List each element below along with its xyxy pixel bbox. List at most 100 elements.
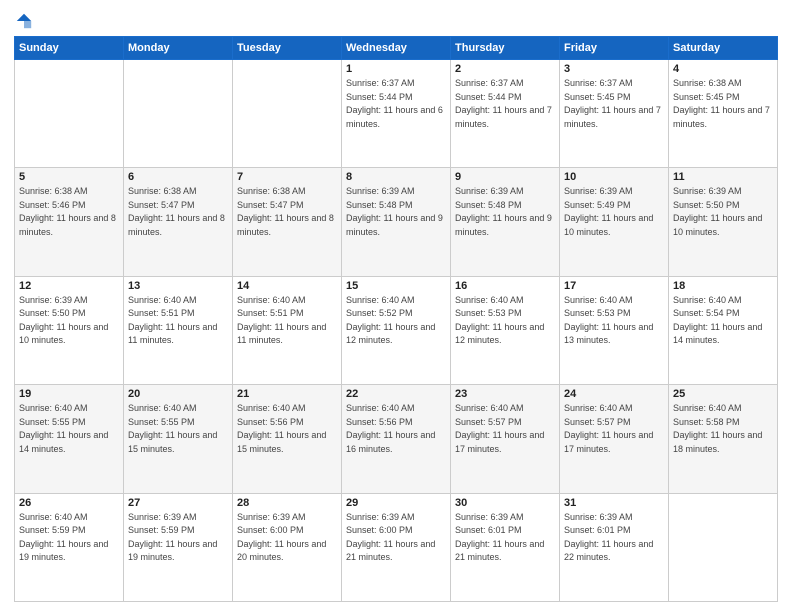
- calendar-cell: 27Sunrise: 6:39 AM Sunset: 5:59 PM Dayli…: [124, 493, 233, 601]
- day-info: Sunrise: 6:38 AM Sunset: 5:47 PM Dayligh…: [128, 185, 228, 239]
- calendar-cell: 26 Sunrise: 6:40 AM Sunset: 5:59 PM Dayli…: [15, 493, 124, 601]
- calendar-cell: 23Sunrise: 6:40 AM Sunset: 5:57 PM Dayli…: [451, 385, 560, 493]
- calendar-cell: 17Sunrise: 6:40 AM Sunset: 5:53 PM Dayli…: [560, 276, 669, 384]
- calendar-week-2: 5 Sunrise: 6:38 AM Sunset: 5:46 PM Daylig…: [15, 168, 778, 276]
- day-info: Sunrise: 6:37 AM Sunset: 5:45 PM Dayligh…: [564, 77, 664, 131]
- day-info: Sunrise: 6:38 AM Sunset: 5:46 PM Dayligh…: [19, 185, 119, 239]
- day-info: Sunrise: 6:38 AM Sunset: 5:47 PM Dayligh…: [237, 185, 337, 239]
- day-info: Sunrise: 6:39 AM Sunset: 6:00 PM Dayligh…: [346, 511, 446, 565]
- weekday-header-tuesday: Tuesday: [233, 37, 342, 60]
- calendar-cell: 25 Sunrise: 6:40 AM Sunset: 5:58 PM Dayli…: [669, 385, 778, 493]
- calendar-cell: 2 Sunrise: 6:37 AM Sunset: 5:44 PM Daylig…: [451, 60, 560, 168]
- day-info: Sunrise: 6:39 AM Sunset: 5:48 PM Dayligh…: [455, 185, 555, 239]
- day-info: Sunrise: 6:40 AM Sunset: 5:57 PM Dayligh…: [455, 402, 555, 456]
- day-number: 20: [128, 388, 228, 400]
- calendar-cell: 8Sunrise: 6:39 AM Sunset: 5:48 PM Daylig…: [342, 168, 451, 276]
- day-info: Sunrise: 6:40 AM Sunset: 5:57 PM Dayligh…: [564, 402, 664, 456]
- calendar-cell: 13 Sunrise: 6:40 AM Sunset: 5:51 PM Dayli…: [124, 276, 233, 384]
- calendar-cell: 9 Sunrise: 6:39 AM Sunset: 5:48 PM Daylig…: [451, 168, 560, 276]
- day-info: Sunrise: 6:40 AM Sunset: 5:55 PM Dayligh…: [19, 402, 119, 456]
- day-number: 3: [564, 63, 664, 75]
- calendar-cell: 21 Sunrise: 6:40 AM Sunset: 5:56 PM Dayli…: [233, 385, 342, 493]
- day-number: 6: [128, 171, 228, 183]
- day-info: Sunrise: 6:39 AM Sunset: 6:01 PM Dayligh…: [455, 511, 555, 565]
- weekday-header-thursday: Thursday: [451, 37, 560, 60]
- day-number: 12: [19, 280, 119, 292]
- day-number: 21: [237, 388, 337, 400]
- logo-icon: [15, 12, 33, 30]
- calendar-cell: 20 Sunrise: 6:40 AM Sunset: 5:55 PM Dayli…: [124, 385, 233, 493]
- day-number: 28: [237, 497, 337, 509]
- calendar-cell: 10 Sunrise: 6:39 AM Sunset: 5:49 PM Dayli…: [560, 168, 669, 276]
- calendar-cell: 16 Sunrise: 6:40 AM Sunset: 5:53 PM Dayli…: [451, 276, 560, 384]
- calendar-cell: [233, 60, 342, 168]
- day-number: 18: [673, 280, 773, 292]
- day-number: 19: [19, 388, 119, 400]
- day-number: 25: [673, 388, 773, 400]
- calendar-week-4: 19 Sunrise: 6:40 AM Sunset: 5:55 PM Dayli…: [15, 385, 778, 493]
- day-info: Sunrise: 6:40 AM Sunset: 5:59 PM Dayligh…: [19, 511, 119, 565]
- calendar-cell: 22Sunrise: 6:40 AM Sunset: 5:56 PM Dayli…: [342, 385, 451, 493]
- calendar-cell: 11 Sunrise: 6:39 AM Sunset: 5:50 PM Dayli…: [669, 168, 778, 276]
- day-info: Sunrise: 6:37 AM Sunset: 5:44 PM Dayligh…: [455, 77, 555, 131]
- day-info: Sunrise: 6:40 AM Sunset: 5:54 PM Dayligh…: [673, 294, 773, 348]
- day-info: Sunrise: 6:40 AM Sunset: 5:51 PM Dayligh…: [237, 294, 337, 348]
- calendar-week-5: 26 Sunrise: 6:40 AM Sunset: 5:59 PM Dayli…: [15, 493, 778, 601]
- day-number: 10: [564, 171, 664, 183]
- weekday-header-wednesday: Wednesday: [342, 37, 451, 60]
- calendar-cell: 1 Sunrise: 6:37 AM Sunset: 5:44 PM Daylig…: [342, 60, 451, 168]
- day-number: 15: [346, 280, 446, 292]
- day-info: Sunrise: 6:39 AM Sunset: 5:50 PM Dayligh…: [19, 294, 119, 348]
- calendar-table: SundayMondayTuesdayWednesdayThursdayFrid…: [14, 36, 778, 602]
- day-number: 2: [455, 63, 555, 75]
- day-number: 13: [128, 280, 228, 292]
- day-number: 11: [673, 171, 773, 183]
- page: SundayMondayTuesdayWednesdayThursdayFrid…: [0, 0, 792, 612]
- calendar-cell: [124, 60, 233, 168]
- day-number: 24: [564, 388, 664, 400]
- day-info: Sunrise: 6:39 AM Sunset: 5:48 PM Dayligh…: [346, 185, 446, 239]
- day-info: Sunrise: 6:39 AM Sunset: 5:50 PM Dayligh…: [673, 185, 773, 239]
- day-info: Sunrise: 6:39 AM Sunset: 5:49 PM Dayligh…: [564, 185, 664, 239]
- day-info: Sunrise: 6:40 AM Sunset: 5:58 PM Dayligh…: [673, 402, 773, 456]
- weekday-header-row: SundayMondayTuesdayWednesdayThursdayFrid…: [15, 37, 778, 60]
- logo: [14, 12, 35, 30]
- calendar-cell: 29Sunrise: 6:39 AM Sunset: 6:00 PM Dayli…: [342, 493, 451, 601]
- calendar-cell: 28 Sunrise: 6:39 AM Sunset: 6:00 PM Dayli…: [233, 493, 342, 601]
- calendar-cell: 31Sunrise: 6:39 AM Sunset: 6:01 PM Dayli…: [560, 493, 669, 601]
- calendar-cell: 15 Sunrise: 6:40 AM Sunset: 5:52 PM Dayli…: [342, 276, 451, 384]
- day-info: Sunrise: 6:40 AM Sunset: 5:52 PM Dayligh…: [346, 294, 446, 348]
- calendar-cell: 19 Sunrise: 6:40 AM Sunset: 5:55 PM Dayli…: [15, 385, 124, 493]
- day-info: Sunrise: 6:40 AM Sunset: 5:53 PM Dayligh…: [455, 294, 555, 348]
- day-number: 4: [673, 63, 773, 75]
- calendar-week-3: 12 Sunrise: 6:39 AM Sunset: 5:50 PM Dayli…: [15, 276, 778, 384]
- header: [14, 12, 778, 30]
- calendar-cell: [669, 493, 778, 601]
- day-info: Sunrise: 6:39 AM Sunset: 5:59 PM Dayligh…: [128, 511, 228, 565]
- day-number: 1: [346, 63, 446, 75]
- calendar-cell: 14Sunrise: 6:40 AM Sunset: 5:51 PM Dayli…: [233, 276, 342, 384]
- weekday-header-monday: Monday: [124, 37, 233, 60]
- day-info: Sunrise: 6:37 AM Sunset: 5:44 PM Dayligh…: [346, 77, 446, 131]
- day-number: 16: [455, 280, 555, 292]
- calendar-cell: 3 Sunrise: 6:37 AM Sunset: 5:45 PM Daylig…: [560, 60, 669, 168]
- calendar-cell: 6 Sunrise: 6:38 AM Sunset: 5:47 PM Daylig…: [124, 168, 233, 276]
- calendar-cell: 12 Sunrise: 6:39 AM Sunset: 5:50 PM Dayli…: [15, 276, 124, 384]
- day-info: Sunrise: 6:39 AM Sunset: 6:00 PM Dayligh…: [237, 511, 337, 565]
- day-number: 7: [237, 171, 337, 183]
- day-info: Sunrise: 6:40 AM Sunset: 5:56 PM Dayligh…: [346, 402, 446, 456]
- day-info: Sunrise: 6:40 AM Sunset: 5:56 PM Dayligh…: [237, 402, 337, 456]
- day-info: Sunrise: 6:40 AM Sunset: 5:51 PM Dayligh…: [128, 294, 228, 348]
- weekday-header-friday: Friday: [560, 37, 669, 60]
- calendar-cell: 7 Sunrise: 6:38 AM Sunset: 5:47 PM Daylig…: [233, 168, 342, 276]
- day-info: Sunrise: 6:40 AM Sunset: 5:55 PM Dayligh…: [128, 402, 228, 456]
- calendar-cell: 5 Sunrise: 6:38 AM Sunset: 5:46 PM Daylig…: [15, 168, 124, 276]
- weekday-header-sunday: Sunday: [15, 37, 124, 60]
- day-number: 5: [19, 171, 119, 183]
- day-number: 26: [19, 497, 119, 509]
- day-number: 31: [564, 497, 664, 509]
- day-number: 17: [564, 280, 664, 292]
- calendar-cell: 4Sunrise: 6:38 AM Sunset: 5:45 PM Daylig…: [669, 60, 778, 168]
- calendar-cell: 18 Sunrise: 6:40 AM Sunset: 5:54 PM Dayli…: [669, 276, 778, 384]
- day-number: 9: [455, 171, 555, 183]
